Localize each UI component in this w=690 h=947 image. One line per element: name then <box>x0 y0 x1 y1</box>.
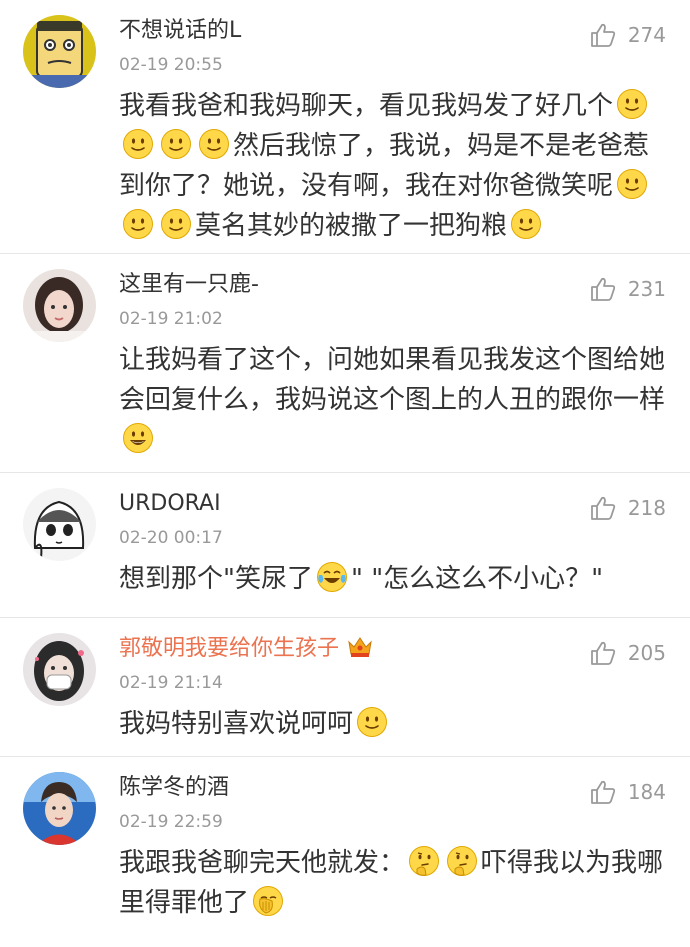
username[interactable]: 陈学冬的酒 <box>119 773 229 803</box>
comment-item: URDORAI 02-20 00:17 218 想到那个"笑尿了 " "怎么这么不… <box>0 473 690 618</box>
comment-item: 陈学冬的酒 02-19 22:59 184 我跟我爸聊完天他就发： 吓得我以为我哪… <box>0 757 690 947</box>
comment-text-segment: 我跟我爸聊完天他就发： <box>119 848 406 878</box>
smile-emoji-icon <box>122 208 154 240</box>
like-count: 218 <box>627 496 666 520</box>
timestamp: 02-19 22:59 <box>119 812 223 832</box>
username[interactable]: 不想说话的L <box>119 16 241 46</box>
comment-text: 我跟我爸聊完天他就发： 吓得我以为我哪里得罪他了 <box>119 843 671 923</box>
smile-emoji-icon <box>616 88 648 120</box>
thumbs-up-icon <box>590 780 615 804</box>
thumbs-up-icon <box>590 496 615 520</box>
comment-text-segment: 想到那个"笑尿了 <box>119 564 313 594</box>
username[interactable]: 郭敬明我要给你生孩子 <box>119 634 373 664</box>
facepalm-emoji-icon <box>252 885 284 917</box>
smile-emoji-icon <box>356 706 388 738</box>
smile-emoji-icon <box>160 128 192 160</box>
boy-photo-avatar-icon <box>23 772 96 845</box>
like-button[interactable]: 205 <box>590 638 666 668</box>
comment-text-segment: 莫名其妙的被撒了一把狗粮 <box>195 211 508 241</box>
comment-text-segment: 我看我爸和我妈聊天，看见我妈发了好几个 <box>119 91 614 121</box>
comment-item: 郭敬明我要给你生孩子 02-19 21:14 205 我妈特别喜欢说呵呵 <box>0 618 690 757</box>
username[interactable]: URDORAI <box>119 489 221 519</box>
comment-feed: 不想说话的L 02-19 20:55 274 我看我爸和我妈聊天，看见我妈发了好… <box>0 0 690 947</box>
smile-emoji-icon <box>616 168 648 200</box>
timestamp: 02-19 20:55 <box>119 55 223 75</box>
smile-emoji-icon <box>160 208 192 240</box>
like-button[interactable]: 231 <box>590 274 666 304</box>
avatar[interactable] <box>23 269 96 342</box>
girl-photo-avatar-icon <box>23 269 96 342</box>
timestamp: 02-19 21:14 <box>119 673 223 693</box>
comment-text: 我妈特别喜欢说呵呵 <box>119 704 671 744</box>
smile-emoji-icon <box>510 208 542 240</box>
thumbs-up-icon <box>590 641 615 665</box>
comment-text-segment: 我妈特别喜欢说呵呵 <box>119 709 354 739</box>
comment-text: 我看我爸和我妈聊天，看见我妈发了好几个 然后我惊了，我说，妈是不是老爸惹到你了？她… <box>119 86 671 246</box>
like-count: 184 <box>627 780 666 804</box>
masked-girl-avatar-icon <box>23 633 96 706</box>
manga-girl-avatar-icon <box>23 488 96 561</box>
comment-text-segment: 让我妈看了这个，问她如果看见我发这个图给她会回复什么，我妈说这个图上的人丑的跟你… <box>119 345 666 415</box>
comment-text: 想到那个"笑尿了 " "怎么这么不小心？" <box>119 559 671 599</box>
cartoon-face-avatar-icon <box>23 15 96 88</box>
like-button[interactable]: 218 <box>590 493 666 523</box>
thumbs-up-icon <box>590 23 615 47</box>
grin-emoji-icon <box>122 422 154 454</box>
avatar[interactable] <box>23 633 96 706</box>
like-count: 205 <box>627 641 666 665</box>
tears-of-joy-emoji-icon <box>316 561 348 593</box>
comment-text-segment: " "怎么这么不小心？" <box>350 564 604 594</box>
timestamp: 02-19 21:02 <box>119 309 223 329</box>
username[interactable]: 这里有一只鹿- <box>119 270 259 300</box>
avatar[interactable] <box>23 15 96 88</box>
like-count: 274 <box>627 23 666 47</box>
comment-item: 不想说话的L 02-19 20:55 274 我看我爸和我妈聊天，看见我妈发了好… <box>0 0 690 254</box>
like-button[interactable]: 274 <box>590 20 666 50</box>
username-label: 郭敬明我要给你生孩子 <box>119 636 340 661</box>
thinking-emoji-icon <box>408 845 440 877</box>
thumbs-up-icon <box>590 277 615 301</box>
smile-emoji-icon <box>122 128 154 160</box>
comment-item: 这里有一只鹿- 02-19 21:02 231 让我妈看了这个，问她如果看见我发… <box>0 254 690 473</box>
avatar[interactable] <box>23 772 96 845</box>
avatar[interactable] <box>23 488 96 561</box>
comment-text: 让我妈看了这个，问她如果看见我发这个图给她会回复什么，我妈说这个图上的人丑的跟你… <box>119 340 671 460</box>
timestamp: 02-20 00:17 <box>119 528 223 548</box>
smile-emoji-icon <box>198 128 230 160</box>
like-count: 231 <box>627 277 666 301</box>
thinking-emoji-icon <box>446 845 478 877</box>
vip-crown-icon <box>348 637 372 657</box>
like-button[interactable]: 184 <box>590 777 666 807</box>
